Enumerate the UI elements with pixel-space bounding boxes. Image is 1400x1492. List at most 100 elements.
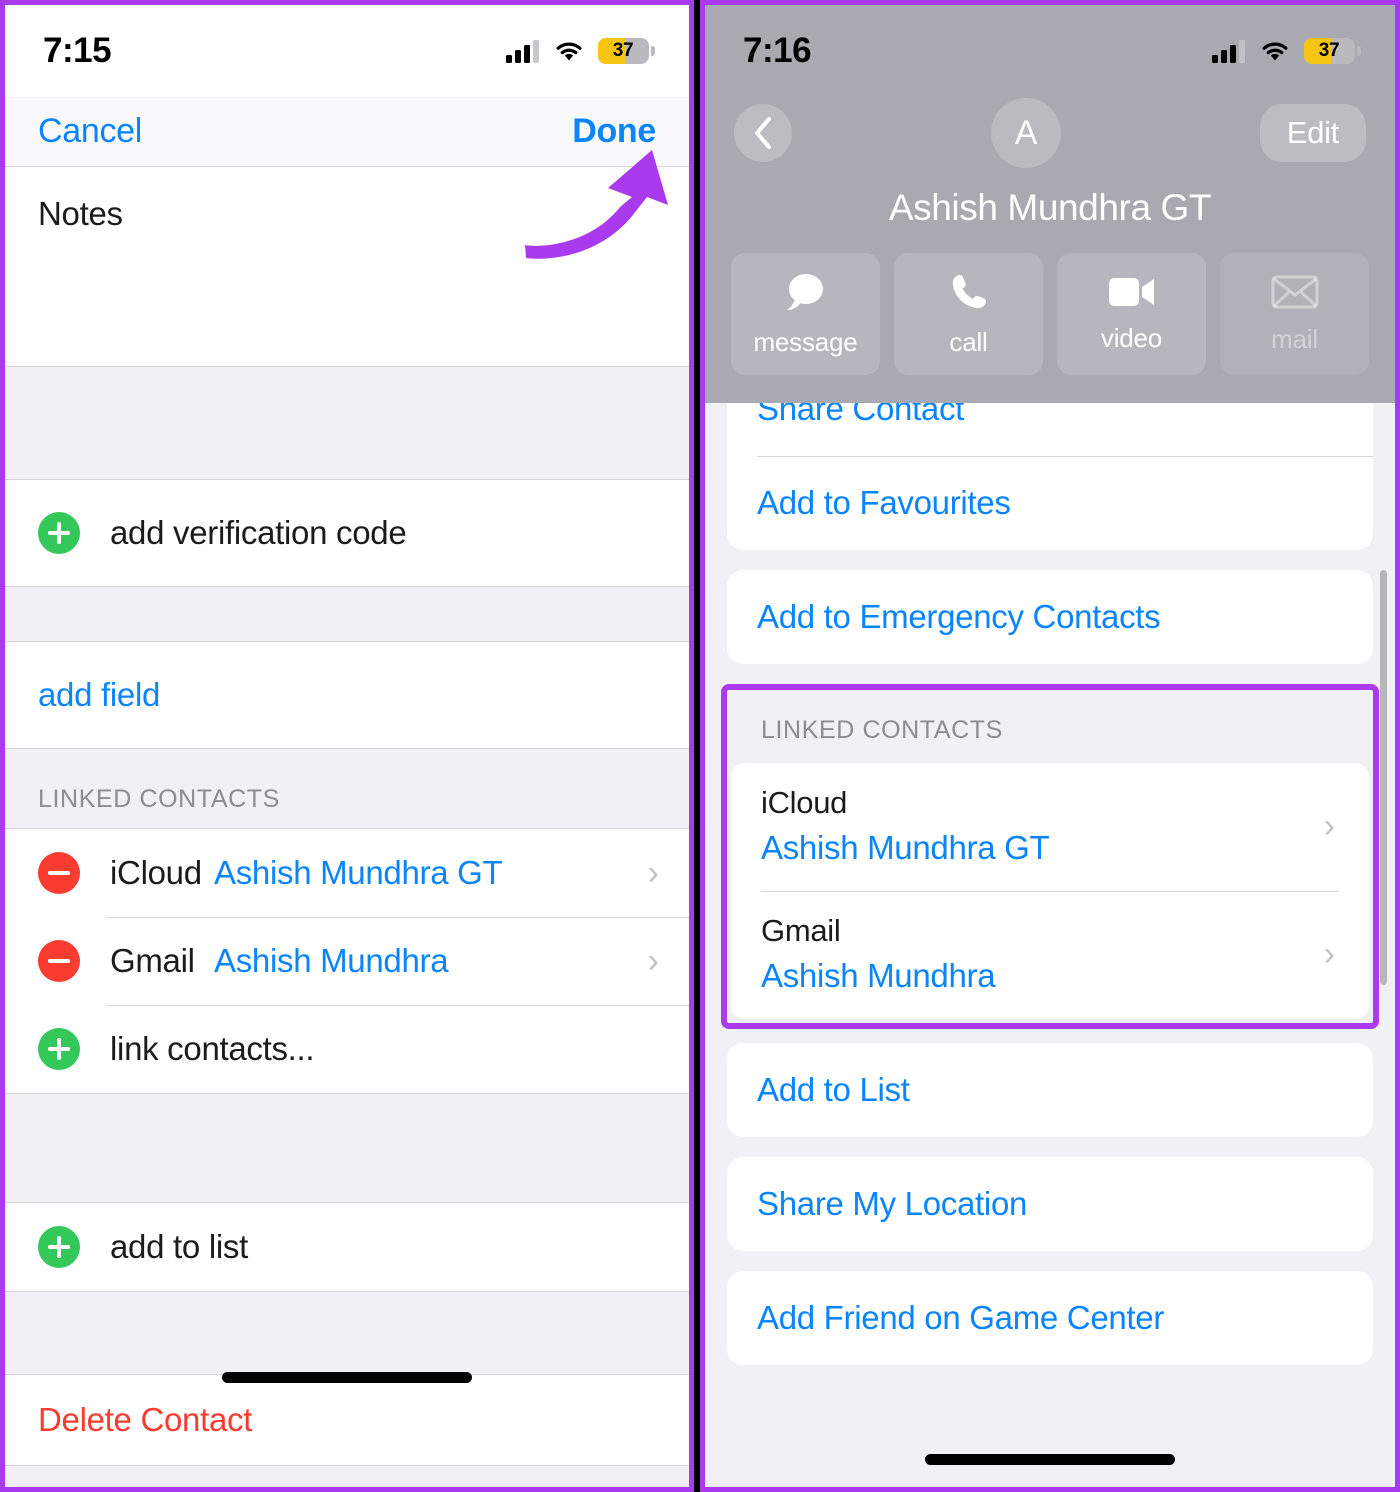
emergency-contacts-card: Add to Emergency Contacts	[727, 570, 1373, 664]
wifi-icon	[556, 42, 582, 61]
status-icons: 37	[506, 38, 655, 64]
add-to-favourites-item[interactable]: Add to Favourites	[727, 456, 1373, 550]
edit-button[interactable]: Edit	[1259, 104, 1366, 162]
link-contacts-row[interactable]: link contacts...	[5, 1005, 689, 1093]
contact-nav-row: A Edit	[705, 97, 1395, 169]
spacer-1	[5, 367, 689, 479]
linked-contact-name: Ashish Mundhra GT	[761, 829, 1050, 866]
contact-detail-screen: 7:16 37 A Edit Ashish Mundhra GT message…	[705, 5, 1395, 1487]
linked-account-label: iCloud	[761, 785, 848, 820]
message-action-label: message	[753, 326, 858, 357]
share-contact-item[interactable]: Share Contact	[727, 400, 1373, 456]
battery-percent: 37	[1318, 40, 1340, 61]
spacer-4	[5, 1292, 689, 1374]
scrollbar[interactable]	[1380, 570, 1387, 985]
contact-header: 7:16 37 A Edit Ashish Mundhra GT message…	[705, 5, 1395, 403]
linked-contacts-header-left: LINKED CONTACTS	[5, 749, 689, 828]
linked-contact-item-gmail[interactable]: Gmail Ashish Mundhra ›	[731, 891, 1369, 1019]
link-contacts-label: link contacts...	[110, 1030, 315, 1067]
linked-contact-name: Ashish Mundhra GT	[214, 854, 503, 891]
delete-contact-row[interactable]: Delete Contact	[5, 1374, 689, 1466]
linked-account-label: iCloud	[110, 854, 202, 891]
chevron-right-icon[interactable]: ›	[1324, 937, 1335, 971]
battery-icon: 37	[1304, 38, 1361, 64]
add-to-list-item[interactable]: Add to List	[727, 1043, 1373, 1137]
linked-contact-item-icloud[interactable]: iCloud Ashish Mundhra GT ›	[731, 763, 1369, 891]
call-action-button[interactable]: call	[894, 253, 1043, 375]
delete-contact-label: Delete Contact	[38, 1401, 253, 1438]
status-bar-left: 7:15 37	[5, 5, 689, 97]
phone-icon	[952, 274, 986, 308]
cellular-bars-icon	[506, 40, 539, 63]
message-action-button[interactable]: message	[731, 253, 880, 375]
linked-contact-row-icloud[interactable]: iCloud Ashish Mundhra GT ›	[5, 829, 689, 917]
linked-contacts-header-right: LINKED CONTACTS	[761, 716, 1003, 744]
video-camera-icon	[1108, 277, 1154, 306]
wifi-icon	[1262, 42, 1288, 61]
envelope-icon	[1271, 275, 1318, 308]
linked-contacts-list-left: iCloud Ashish Mundhra GT › Gmail Ashish …	[5, 828, 689, 1094]
status-icons: 37	[1212, 38, 1361, 64]
done-button[interactable]: Done	[572, 112, 656, 151]
spacer-2	[5, 587, 689, 641]
contact-name-title: Ashish Mundhra GT	[888, 187, 1212, 228]
screenshot-stage: 7:15 37 Cancel Done Notes add verificati…	[0, 0, 1400, 1492]
avatar-initial: A	[1014, 113, 1038, 152]
right-phone-frame: 7:16 37 A Edit Ashish Mundhra GT message…	[700, 0, 1400, 1492]
left-phone-frame: 7:15 37 Cancel Done Notes add verificati…	[0, 0, 694, 1492]
edit-contact-screen: 7:15 37 Cancel Done Notes add verificati…	[5, 5, 689, 1487]
notes-field[interactable]: Notes	[5, 167, 689, 367]
linked-contacts-annotation-box: LINKED CONTACTS iCloud Ashish Mundhra GT…	[721, 684, 1379, 1029]
avatar[interactable]: A	[990, 98, 1061, 168]
home-indicator	[925, 1454, 1175, 1465]
notes-label: Notes	[38, 195, 123, 232]
status-bar-right: 7:16 37	[705, 5, 1395, 97]
linked-contact-name: Ashish Mundhra	[214, 942, 449, 979]
plus-circle-icon	[38, 1028, 80, 1070]
mail-action-button: mail	[1220, 253, 1369, 375]
cellular-bars-icon	[1212, 40, 1245, 63]
chevron-right-icon[interactable]: ›	[648, 856, 659, 890]
linked-contact-row-gmail[interactable]: Gmail Ashish Mundhra ›	[5, 917, 689, 1005]
status-time: 7:16	[743, 31, 812, 70]
linked-account-label: Gmail	[761, 913, 841, 948]
add-to-list-row[interactable]: add to list	[5, 1202, 689, 1292]
minus-circle-icon[interactable]	[38, 940, 80, 982]
status-time: 7:15	[43, 31, 112, 70]
chevron-right-icon[interactable]: ›	[1324, 809, 1335, 843]
cancel-button[interactable]: Cancel	[38, 112, 142, 151]
plus-circle-icon	[38, 1226, 80, 1268]
contact-scroll-area[interactable]: Share Contact Add to Favourites Add to E…	[705, 400, 1395, 1487]
video-action-button[interactable]: video	[1057, 253, 1206, 375]
game-center-card: Add Friend on Game Center	[727, 1271, 1373, 1365]
add-field-label: add field	[38, 676, 161, 713]
edit-navbar: Cancel Done	[5, 97, 689, 167]
linked-contacts-card: iCloud Ashish Mundhra GT › Gmail Ashish …	[731, 763, 1369, 1019]
add-to-list-label: add to list	[110, 1228, 248, 1265]
battery-icon: 37	[598, 38, 655, 64]
minus-circle-icon[interactable]	[38, 852, 80, 894]
chevron-right-icon[interactable]: ›	[648, 944, 659, 978]
battery-percent: 37	[612, 40, 634, 61]
add-friend-game-center-item[interactable]: Add Friend on Game Center	[727, 1271, 1373, 1365]
add-to-list-card: Add to List	[727, 1043, 1373, 1137]
add-verification-code-row[interactable]: add verification code	[5, 479, 689, 587]
add-to-emergency-contacts-item[interactable]: Add to Emergency Contacts	[727, 570, 1373, 664]
add-verification-code-label: add verification code	[110, 514, 407, 551]
call-action-label: call	[949, 326, 988, 357]
home-indicator	[222, 1372, 472, 1383]
share-my-location-item[interactable]: Share My Location	[727, 1157, 1373, 1251]
linked-account-label: Gmail	[110, 942, 195, 979]
mail-action-label: mail	[1271, 323, 1318, 354]
plus-circle-icon	[38, 512, 80, 554]
spacer-3	[5, 1094, 689, 1202]
video-action-label: video	[1100, 322, 1163, 353]
back-button[interactable]	[734, 104, 792, 162]
quick-actions: message call video mail	[705, 253, 1395, 385]
chevron-left-icon	[755, 117, 771, 149]
add-field-row[interactable]: add field	[5, 641, 689, 749]
linked-contact-name: Ashish Mundhra	[761, 957, 996, 994]
share-favourites-card: Share Contact Add to Favourites	[727, 400, 1373, 550]
spacer-5	[5, 1466, 689, 1487]
message-bubble-icon	[786, 273, 823, 310]
